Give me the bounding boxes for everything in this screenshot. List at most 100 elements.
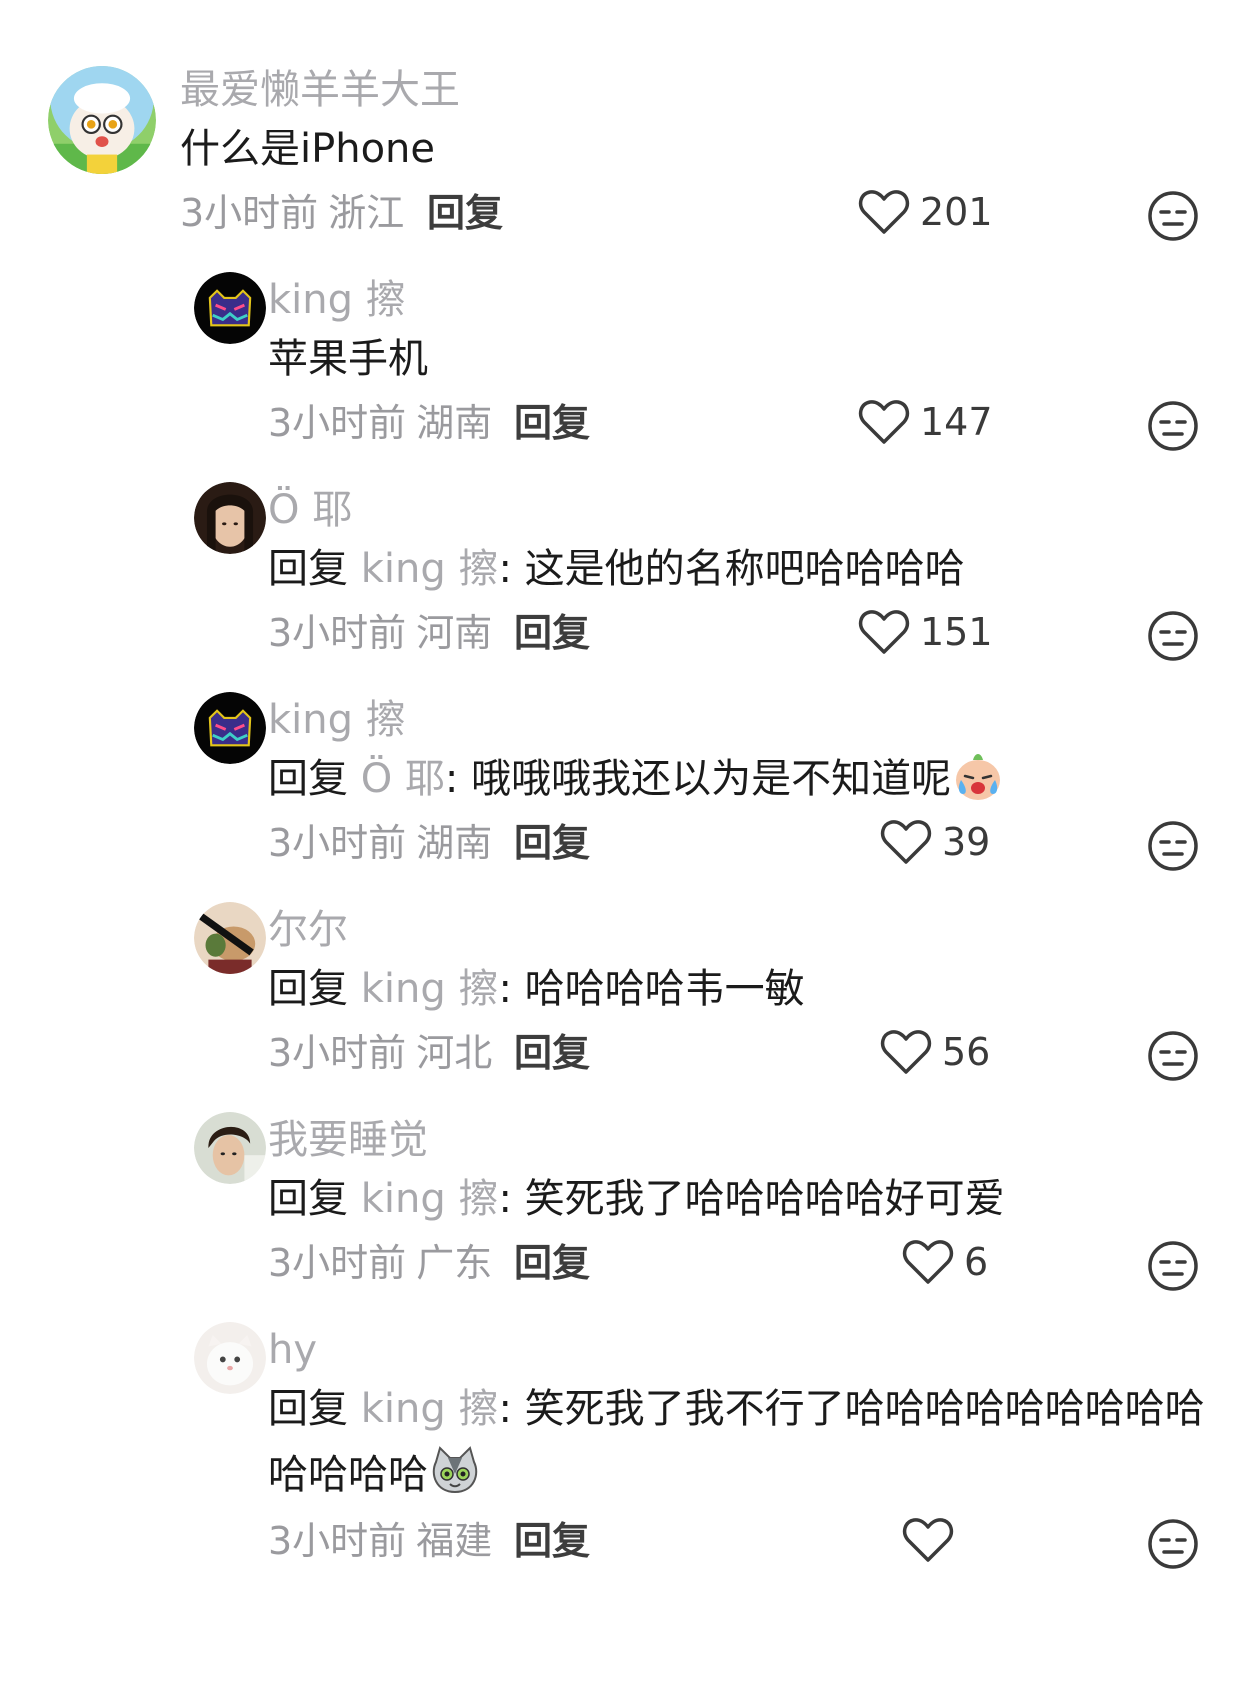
reply-prefix: 回复 <box>268 546 348 592</box>
heart-outline-icon <box>880 820 932 864</box>
comment-body: : 哦哦哦我还以为是不知道呢 <box>444 756 952 802</box>
like-button[interactable]: 151 <box>858 606 993 658</box>
reply-button[interactable]: 回复 <box>514 1518 590 1564</box>
comment-body: 苹果手机 <box>268 336 428 382</box>
comment-time: 3小时前 <box>268 1031 407 1075</box>
like-count: 201 <box>920 190 993 234</box>
like-count: 56 <box>942 1030 991 1074</box>
comment-location: 河南 <box>416 611 493 655</box>
comment-location: 广东 <box>416 1241 493 1285</box>
heart-outline-icon <box>902 1518 954 1562</box>
mentioned-user[interactable]: Ö 耶 <box>361 756 445 802</box>
comment-text: 回复 Ö 耶: 哦哦哦我还以为是不知道呢 <box>268 746 1208 812</box>
comment-meta: 3小时前 福建 <box>268 1518 492 1564</box>
reply-prefix: 回复 <box>268 966 348 1012</box>
comment-text: 回复 king 擦: 笑死我了我不行了哈哈哈哈哈哈哈哈哈哈哈哈哈 <box>268 1376 1208 1508</box>
like-button[interactable]: 56 <box>880 1026 990 1078</box>
comment-text: 回复 king 擦: 这是他的名称吧哈哈哈哈 <box>268 536 1208 602</box>
comment-location: 浙江 <box>328 191 405 235</box>
like-button[interactable] <box>902 1514 964 1566</box>
comment-location: 福建 <box>416 1519 493 1563</box>
comment-meta: 3小时前 广东 <box>268 1240 492 1286</box>
like-button[interactable]: 6 <box>902 1236 988 1288</box>
cat-emoji-icon <box>432 1446 478 1494</box>
dislike-face-icon <box>1148 401 1198 451</box>
user-avatar[interactable] <box>194 692 266 764</box>
user-avatar[interactable] <box>194 272 266 344</box>
comment-text: 苹果手机 <box>268 326 1208 392</box>
username[interactable]: 最爱懒羊羊大王 <box>180 66 460 114</box>
comment-location: 湖南 <box>416 401 493 445</box>
heart-outline-icon <box>902 1240 954 1284</box>
reply-button[interactable]: 回复 <box>514 1240 590 1286</box>
like-button[interactable]: 39 <box>880 816 990 868</box>
heart-outline-icon <box>880 1030 932 1074</box>
reply-prefix: 回复 <box>268 1386 348 1432</box>
mentioned-user[interactable]: king 擦 <box>361 546 499 592</box>
like-count: 39 <box>942 820 991 864</box>
comment-meta: 3小时前 浙江 <box>180 190 404 236</box>
heart-outline-icon <box>858 610 910 654</box>
dislike-face-icon <box>1148 1241 1198 1291</box>
dislike-button[interactable] <box>1147 1518 1199 1570</box>
user-avatar[interactable] <box>194 902 266 974</box>
dislike-face-icon <box>1148 1031 1198 1081</box>
like-count: 147 <box>920 400 993 444</box>
crying-emoji-icon <box>956 754 1001 800</box>
reply-button[interactable]: 回复 <box>427 190 503 236</box>
comment-meta: 3小时前 湖南 <box>268 820 492 866</box>
reply-button[interactable]: 回复 <box>514 820 590 866</box>
reply-prefix: 回复 <box>268 756 348 802</box>
heart-outline-icon <box>858 400 910 444</box>
dislike-button[interactable] <box>1147 190 1199 242</box>
comment-time: 3小时前 <box>268 611 407 655</box>
dislike-face-icon <box>1148 611 1198 661</box>
like-button[interactable]: 147 <box>858 396 993 448</box>
dislike-button[interactable] <box>1147 610 1199 662</box>
comment-time: 3小时前 <box>268 821 407 865</box>
like-count: 151 <box>920 610 993 654</box>
user-avatar[interactable] <box>194 482 266 554</box>
username[interactable]: king 擦 <box>268 696 406 744</box>
comment-meta: 3小时前 河北 <box>268 1030 492 1076</box>
user-avatar[interactable] <box>194 1112 266 1184</box>
mentioned-user[interactable]: king 擦 <box>361 1386 499 1432</box>
username[interactable]: 尔尔 <box>268 906 348 954</box>
user-avatar[interactable] <box>194 1322 266 1394</box>
dislike-button[interactable] <box>1147 820 1199 872</box>
dislike-button[interactable] <box>1147 1030 1199 1082</box>
comment-time: 3小时前 <box>180 191 319 235</box>
username[interactable]: 我要睡觉 <box>268 1116 428 1164</box>
reply-button[interactable]: 回复 <box>514 610 590 656</box>
username[interactable]: hy <box>268 1326 317 1374</box>
username[interactable]: Ö 耶 <box>268 486 352 534</box>
reply-button[interactable]: 回复 <box>514 1030 590 1076</box>
reply-prefix: 回复 <box>268 1176 348 1222</box>
comment-body: : 笑死我了哈哈哈哈哈好可爱 <box>498 1176 1005 1222</box>
comment-time: 3小时前 <box>268 1241 407 1285</box>
comment-body: : 哈哈哈哈韦一敏 <box>498 966 805 1012</box>
comment-body: : 这是他的名称吧哈哈哈哈 <box>498 546 965 592</box>
user-avatar[interactable] <box>48 66 156 174</box>
comment-location: 河北 <box>416 1031 493 1075</box>
comment-time: 3小时前 <box>268 401 407 445</box>
comment-text: 什么是iPhone <box>180 116 1120 182</box>
mentioned-user[interactable]: king 擦 <box>361 1176 499 1222</box>
comment-text: 回复 king 擦: 笑死我了哈哈哈哈哈好可爱 <box>268 1166 1208 1232</box>
reply-button[interactable]: 回复 <box>514 400 590 446</box>
heart-outline-icon <box>858 190 910 234</box>
dislike-face-icon <box>1148 821 1198 871</box>
dislike-button[interactable] <box>1147 1240 1199 1292</box>
like-button[interactable]: 201 <box>858 186 993 238</box>
like-count: 6 <box>964 1240 989 1284</box>
comment-time: 3小时前 <box>268 1519 407 1563</box>
dislike-face-icon <box>1148 191 1198 241</box>
dislike-button[interactable] <box>1147 400 1199 452</box>
comment-meta: 3小时前 湖南 <box>268 400 492 446</box>
comment-body: 什么是iPhone <box>180 126 436 172</box>
comment-text: 回复 king 擦: 哈哈哈哈韦一敏 <box>268 956 1208 1022</box>
dislike-face-icon <box>1148 1519 1198 1569</box>
comment-location: 湖南 <box>416 821 493 865</box>
mentioned-user[interactable]: king 擦 <box>361 966 499 1012</box>
username[interactable]: king 擦 <box>268 276 406 324</box>
